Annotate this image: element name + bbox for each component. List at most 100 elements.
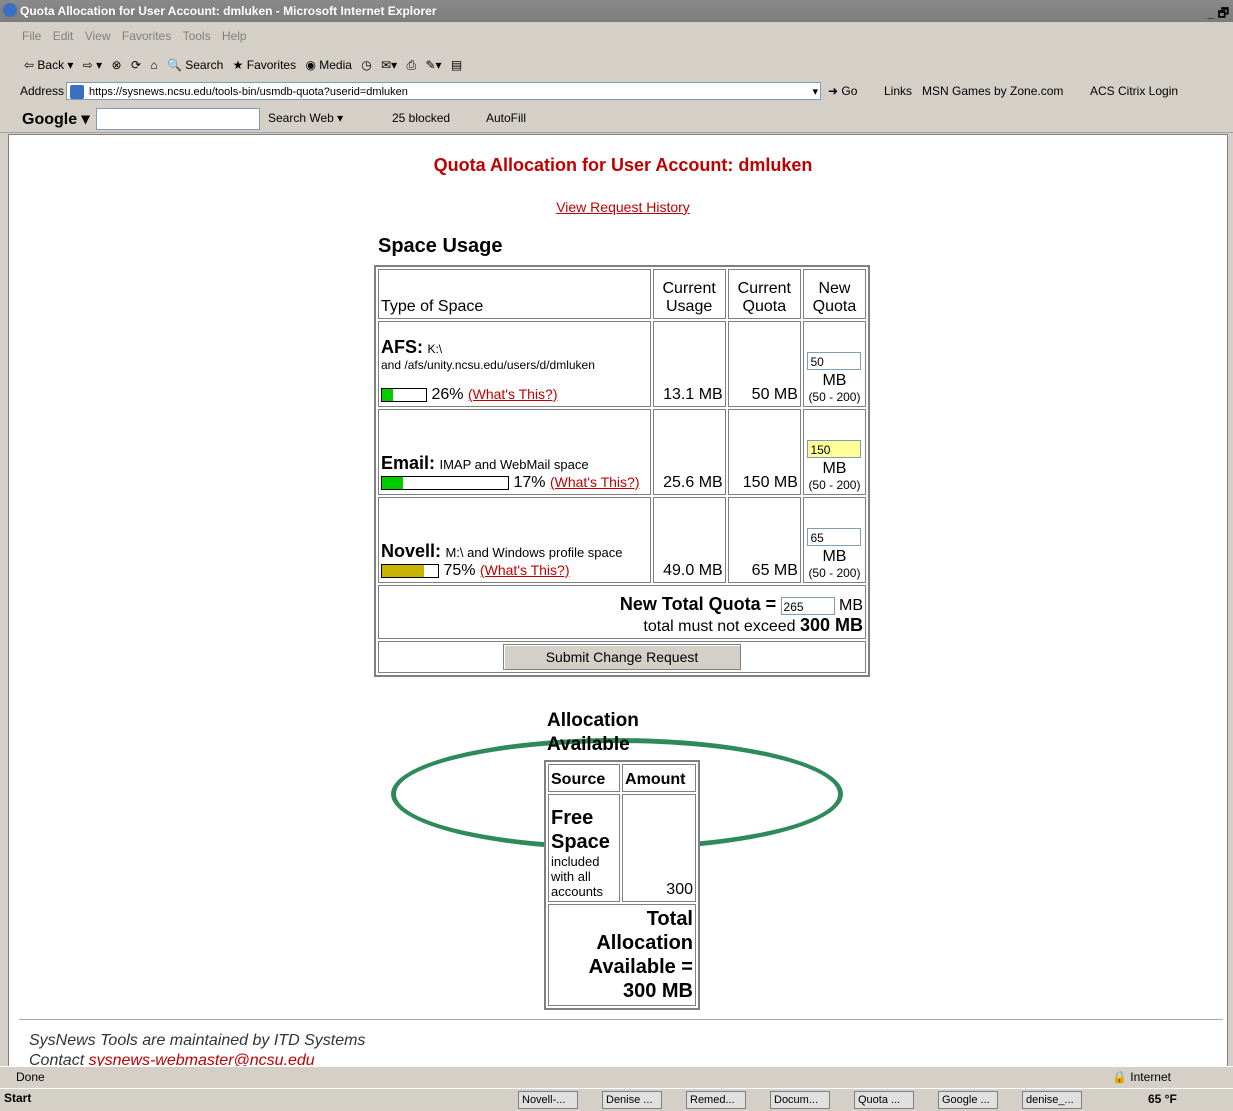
alloc-total: Total Allocation Available = 300 MB — [548, 904, 696, 1006]
links-label[interactable]: Links — [884, 84, 912, 98]
afs-desc2: and /afs/unity.ncsu.edu/users/d/dmluken — [381, 358, 595, 372]
favorites-button[interactable]: ★ Favorites — [233, 56, 296, 74]
menu-file[interactable]: File — [22, 22, 41, 50]
stop-icon[interactable]: ⊗ — [112, 56, 122, 74]
status-bar: Done 🔒 Internet — [0, 1066, 1233, 1087]
email-new-quota-cell: 150 MB (50 - 200) — [802, 409, 866, 495]
task-remed[interactable]: Remed... — [686, 1091, 746, 1109]
mail-icon[interactable]: ✉▾ — [381, 56, 397, 74]
contact-email-link[interactable]: sysnews-webmaster@ncsu.edu — [89, 1052, 315, 1066]
submit-cell: Submit Change Request — [378, 641, 866, 673]
header-type: Type of Space — [378, 269, 651, 319]
alloc-header-source: Source — [548, 764, 621, 792]
task-google[interactable]: Google ... — [938, 1091, 998, 1109]
google-menu[interactable]: Google ▾ — [22, 109, 90, 129]
email-type-cell: Email: IMAP and WebMail space 17% (What'… — [378, 409, 651, 495]
edit-icon[interactable]: ✎▾ — [426, 56, 442, 74]
search-icon: 🔍 — [166, 58, 182, 72]
email-new-quota-input[interactable]: 150 — [807, 440, 862, 458]
total-unit: MB — [839, 597, 863, 614]
history-link-text[interactable]: View Request History — [556, 199, 690, 215]
menu-view[interactable]: View — [85, 22, 111, 50]
task-novell[interactable]: Novell-... — [518, 1091, 578, 1109]
ie-logo-icon — [3, 3, 17, 17]
email-row: Email: IMAP and WebMail space 17% (What'… — [378, 409, 866, 495]
afs-current-quota: 50 MB — [727, 321, 801, 407]
menu-tools[interactable]: Tools — [183, 22, 211, 50]
novell-range: (50 - 200) — [808, 566, 861, 580]
email-usage-bar — [381, 475, 509, 490]
email-usage-fill — [382, 476, 404, 489]
afs-usage-bar — [381, 387, 427, 402]
space-usage-table: Type of Space Current Usage Current Quot… — [374, 265, 870, 677]
refresh-icon[interactable]: ⟳ — [131, 56, 141, 74]
window-controls[interactable]: _ 🗗 — [1208, 2, 1229, 24]
menu-help[interactable]: Help — [222, 22, 247, 50]
novell-new-quota-input[interactable]: 65 — [807, 528, 862, 546]
view-request-history-link: View Request History — [9, 199, 1227, 215]
task-docum[interactable]: Docum... — [770, 1091, 830, 1109]
alloc-amount: 300 — [622, 794, 696, 902]
total-quota-input[interactable]: 265 — [780, 596, 835, 615]
window-titlebar[interactable]: Quota Allocation for User Account: dmluk… — [0, 0, 1233, 22]
go-button[interactable]: ➜ Go — [828, 84, 857, 98]
start-button[interactable]: Start — [4, 1091, 31, 1105]
novell-usage-bar — [381, 563, 439, 578]
afs-new-quota-input[interactable]: 50 — [807, 352, 862, 370]
footer-contact: Contact sysnews-webmaster@ncsu.edu — [29, 1052, 315, 1066]
print-icon[interactable]: ⎙ — [407, 56, 417, 74]
total-row: New Total Quota = 265 MB total must not … — [378, 585, 866, 639]
popup-blocked-button[interactable]: 25 blocked — [392, 111, 450, 125]
forward-button[interactable]: ⇨ ▾ — [83, 56, 102, 74]
search-button[interactable]: 🔍 Search — [167, 56, 223, 74]
email-range: (50 - 200) — [808, 478, 861, 492]
favorites-label: Favorites — [246, 58, 297, 72]
submit-change-request-button[interactable]: Submit Change Request — [503, 644, 741, 670]
home-icon[interactable]: ⌂ — [150, 56, 157, 74]
page-title: Quota Allocation for User Account: dmluk… — [433, 155, 813, 175]
address-dropdown-icon[interactable]: ▾ — [812, 83, 818, 101]
afs-whats-this-link[interactable]: (What's This?) — [468, 386, 558, 402]
footer-text: SysNews Tools are maintained by ITD Syst… — [29, 1032, 366, 1049]
total-cell: New Total Quota = 265 MB total must not … — [378, 585, 866, 639]
afs-name: AFS: — [381, 337, 423, 357]
novell-percent: 75% — [443, 562, 476, 579]
novell-desc: M:\ and Windows profile space — [445, 545, 623, 560]
discuss-icon[interactable]: ▤ — [451, 56, 462, 74]
link-msn-games[interactable]: MSN Games by Zone.com — [922, 84, 1063, 98]
afs-current-usage: 13.1 MB — [652, 321, 726, 407]
media-label: Media — [319, 58, 352, 72]
space-usage-heading: Space Usage — [378, 235, 503, 257]
menu-edit[interactable]: Edit — [53, 22, 74, 50]
link-acs-citrix[interactable]: ACS Citrix Login — [1090, 84, 1178, 98]
allocation-table: Source Amount Free Space included with a… — [544, 760, 700, 1010]
email-whats-this-link[interactable]: (What's This?) — [550, 474, 640, 490]
google-search-input[interactable] — [96, 108, 260, 130]
address-input[interactable]: https://sysnews.ncsu.edu/tools-bin/usmdb… — [66, 82, 821, 100]
novell-current-usage: 49.0 MB — [652, 497, 726, 583]
menu-favorites[interactable]: Favorites — [122, 22, 171, 50]
window-title: Quota Allocation for User Account: dmluk… — [20, 4, 437, 18]
go-icon: ➜ — [828, 84, 839, 98]
email-current-quota: 150 MB — [727, 409, 801, 495]
afs-new-quota-cell: 50 MB (50 - 200) — [802, 321, 866, 407]
media-button[interactable]: ◉ Media — [305, 56, 352, 74]
task-denise-2[interactable]: denise_... — [1022, 1091, 1082, 1109]
alloc-source-cell: Free Space included with all accounts — [548, 794, 621, 902]
history-icon[interactable]: ◷ — [361, 56, 371, 74]
standard-toolbar: ⇦ Back ▾ ⇨ ▾ ⊗ ⟳ ⌂ 🔍 Search ★ Favorites … — [0, 50, 1233, 81]
google-search-web-button[interactable]: Search Web ▾ — [268, 111, 343, 125]
weather-temp: 65 °F — [1148, 1092, 1177, 1106]
address-url: https://sysnews.ncsu.edu/tools-bin/usmdb… — [89, 86, 408, 98]
address-label: Address — [20, 84, 65, 98]
novell-whats-this-link[interactable]: (What's This?) — [480, 562, 570, 578]
autofill-button[interactable]: AutoFill — [486, 111, 526, 125]
task-quota[interactable]: Quota ... — [854, 1091, 914, 1109]
limit-text: total must not exceed — [643, 618, 796, 635]
status-text: Done — [16, 1070, 45, 1084]
task-denise[interactable]: Denise ... — [602, 1091, 662, 1109]
total-label: New Total Quota = — [619, 594, 777, 614]
media-icon: ◉ — [305, 58, 316, 72]
novell-usage-fill — [382, 564, 424, 577]
back-button[interactable]: ⇦ Back ▾ — [24, 56, 73, 74]
